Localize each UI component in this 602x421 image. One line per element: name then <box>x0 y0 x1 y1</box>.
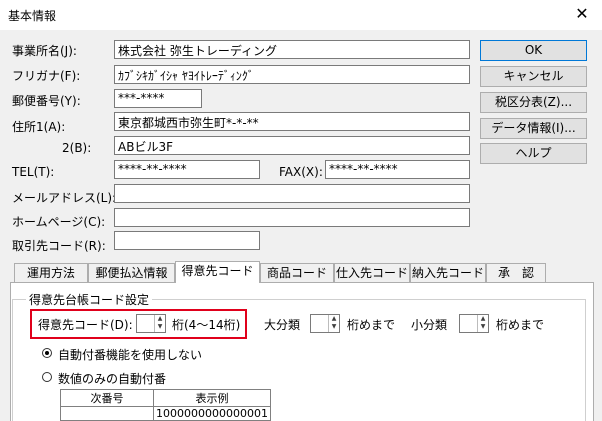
tab-approval[interactable]: 承 認 <box>486 263 546 282</box>
radio-numeric-auto-number[interactable] <box>42 372 52 382</box>
email-field[interactable] <box>114 184 470 203</box>
ok-button[interactable]: OK <box>480 40 587 61</box>
address1-label: 住所1(A): <box>12 120 66 134</box>
table-header: 表示例 <box>153 389 271 407</box>
minor-suffix: 桁めまで <box>496 318 545 332</box>
tab-postal-transfer[interactable]: 郵便払込情報 <box>88 263 175 282</box>
spin-up-icon[interactable]: ▲ <box>329 315 339 323</box>
fax-field[interactable]: ****-**-**** <box>325 160 470 179</box>
minor-class-stepper[interactable]: ▲ ▼ <box>459 314 489 333</box>
major-class-stepper[interactable]: ▲ ▼ <box>310 314 340 333</box>
title-bar: 基本情報 ✕ <box>0 0 602 30</box>
address1-field[interactable]: 東京都城西市弥生町*-*-** <box>114 112 470 131</box>
close-icon[interactable]: ✕ <box>572 4 592 23</box>
data-info-button[interactable]: データ情報(I)... <box>480 118 587 139</box>
homepage-label: ホームページ(C): <box>12 215 106 229</box>
partner-code-label: 取引先コード(R): <box>12 239 106 253</box>
address2-field[interactable]: ABビル3F <box>114 136 470 155</box>
number-table: 次番号 表示例 1000000000000001 <box>60 389 271 421</box>
postal-code-field[interactable]: ***-**** <box>114 89 202 108</box>
highlight-box <box>30 309 247 339</box>
tel-label: TEL(T): <box>12 165 55 179</box>
tax-table-button[interactable]: 税区分表(Z)... <box>480 92 587 113</box>
company-name-label: 事業所名(J): <box>12 44 77 58</box>
group-title: 得意先台帳コード設定 <box>26 291 153 308</box>
partner-code-field[interactable] <box>114 231 260 250</box>
table-cell <box>60 406 154 421</box>
help-button[interactable]: ヘルプ <box>480 143 587 164</box>
address2-label: 2(B): <box>62 141 92 155</box>
spin-down-icon[interactable]: ▼ <box>478 323 488 331</box>
furigana-field[interactable]: ｶﾌﾞｼｷｶﾞｲｼｬ ﾔﾖｲﾄﾚｰﾃﾞｨﾝｸﾞ <box>114 65 470 84</box>
tel-field[interactable]: ****-**-**** <box>114 160 260 179</box>
fax-label: FAX(X): <box>279 165 323 179</box>
email-label: メールアドレス(L): <box>12 191 117 205</box>
spin-up-icon[interactable]: ▲ <box>478 315 488 323</box>
radio-no-auto-number[interactable] <box>42 348 52 358</box>
radio-numeric-auto-number-label: 数値のみの自動付番 <box>58 372 167 386</box>
table-cell: 1000000000000001 <box>153 406 271 421</box>
postal-code-label: 郵便番号(Y): <box>12 94 81 108</box>
tab-delivery-code[interactable]: 納入先コード <box>410 263 486 282</box>
radio-no-auto-number-label: 自動付番機能を使用しない <box>58 348 203 362</box>
furigana-label: フリガナ(F): <box>12 69 81 83</box>
cancel-button[interactable]: キャンセル <box>480 66 587 87</box>
tab-supplier-code[interactable]: 仕入先コード <box>334 263 410 282</box>
tab-product-code[interactable]: 商品コード <box>260 263 334 282</box>
homepage-field[interactable] <box>114 208 470 227</box>
company-name-field[interactable]: 株式会社 弥生トレーディング <box>114 40 470 59</box>
tab-operation[interactable]: 運用方法 <box>14 263 88 282</box>
tab-customer-code[interactable]: 得意先コード <box>175 261 260 283</box>
major-class-label: 大分類 <box>264 318 301 332</box>
window-title: 基本情報 <box>8 9 57 23</box>
table-header: 次番号 <box>60 389 154 407</box>
major-suffix: 桁めまで <box>347 318 396 332</box>
spin-down-icon[interactable]: ▼ <box>329 323 339 331</box>
minor-class-label: 小分類 <box>411 318 448 332</box>
